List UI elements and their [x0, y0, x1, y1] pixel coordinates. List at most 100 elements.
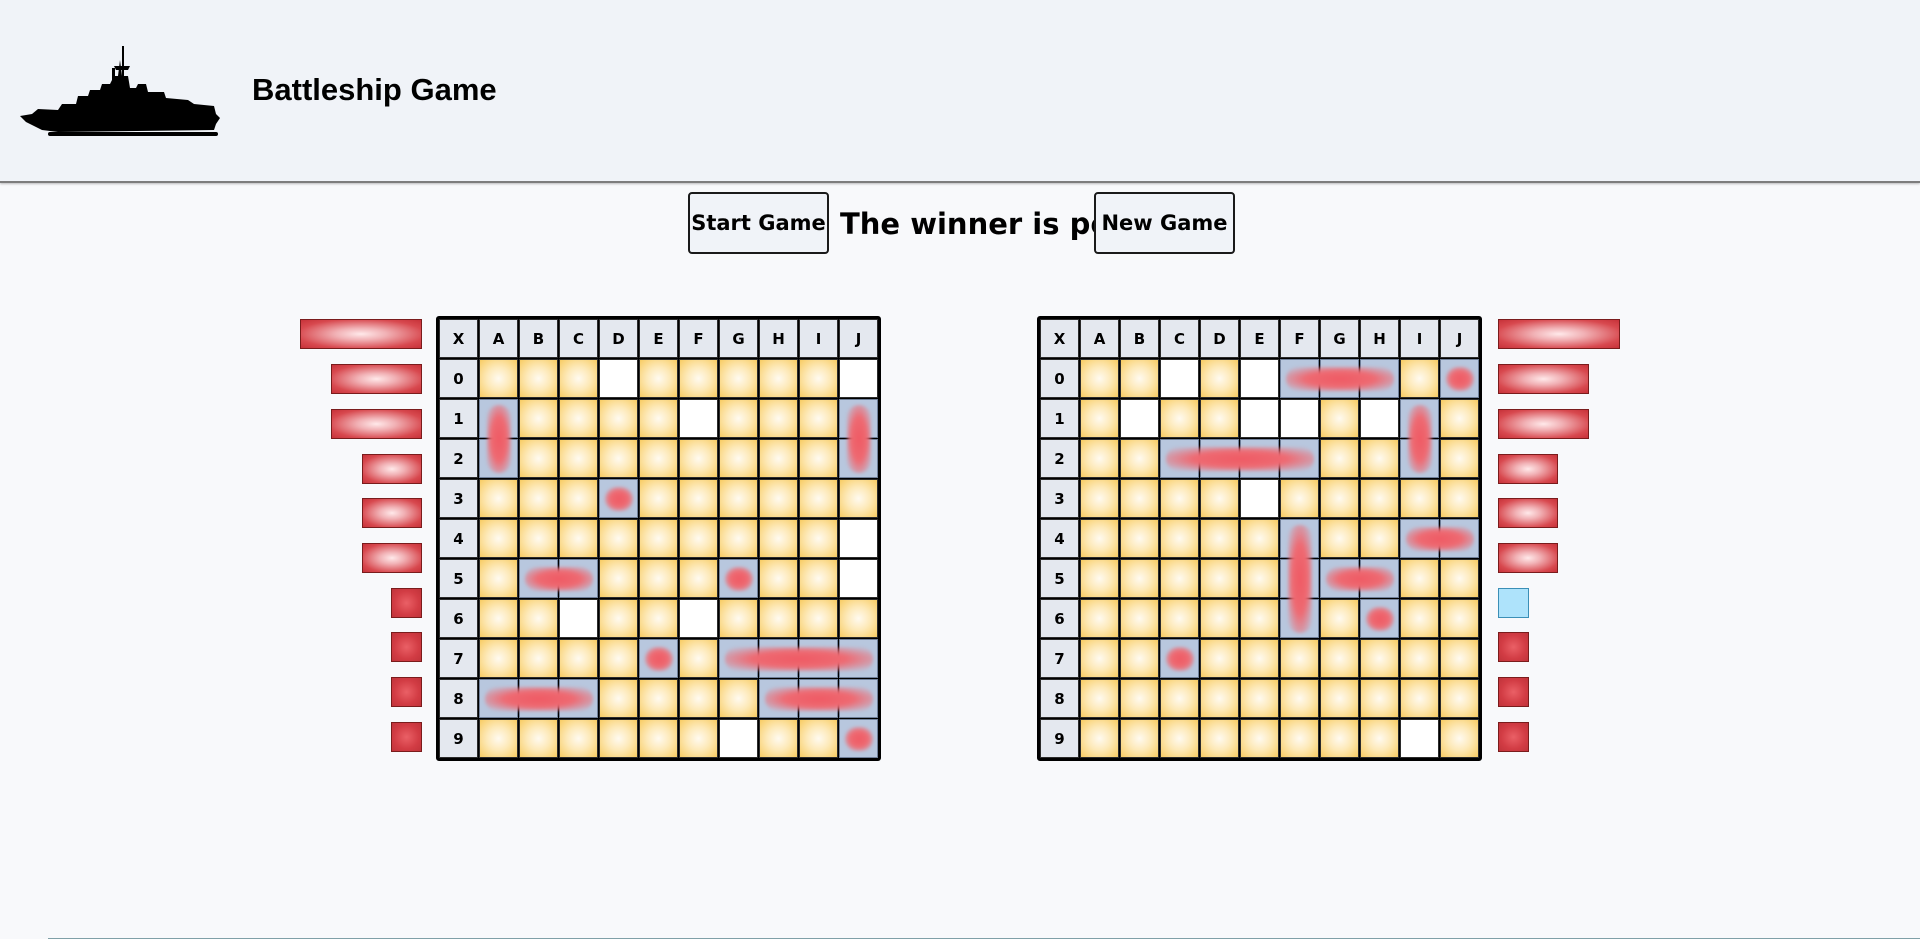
grid-cell-hit[interactable]	[1320, 559, 1359, 598]
grid-cell-water[interactable]	[1400, 599, 1439, 638]
grid-cell-water[interactable]	[1080, 439, 1119, 478]
grid-cell-water[interactable]	[1440, 559, 1479, 598]
grid-cell-water[interactable]	[1360, 479, 1399, 518]
grid-cell-hit[interactable]	[1360, 559, 1399, 598]
grid-cell-water[interactable]	[1080, 719, 1119, 758]
grid-cell-water[interactable]	[1120, 359, 1159, 398]
grid-cell-water[interactable]	[1160, 599, 1199, 638]
grid-cell-water[interactable]	[1160, 519, 1199, 558]
grid-cell-water[interactable]	[1120, 479, 1159, 518]
grid-cell-water[interactable]	[1200, 679, 1239, 718]
grid-cell-water[interactable]	[1120, 559, 1159, 598]
grid-cell-hit[interactable]	[1240, 439, 1279, 478]
grid-cell-water[interactable]	[1440, 719, 1479, 758]
grid-cell-water[interactable]	[1280, 639, 1319, 678]
grid-cell-miss[interactable]	[1280, 399, 1319, 438]
grid-cell-water[interactable]	[1160, 679, 1199, 718]
grid-cell-hit[interactable]	[1440, 519, 1479, 558]
grid-cell-water[interactable]	[1200, 559, 1239, 598]
grid-cell-water[interactable]	[1360, 519, 1399, 558]
grid-cell-water[interactable]	[1240, 679, 1279, 718]
grid-cell-hit[interactable]	[1280, 519, 1319, 558]
grid-cell-hit[interactable]	[1320, 359, 1359, 398]
grid-cell-hit[interactable]	[1280, 559, 1319, 598]
grid-cell-water[interactable]	[1280, 679, 1319, 718]
grid-cell-hit[interactable]	[1280, 599, 1319, 638]
grid-cell-water[interactable]	[1200, 399, 1239, 438]
grid-cell-hit[interactable]	[1160, 639, 1199, 678]
grid-cell-miss[interactable]	[1240, 479, 1279, 518]
grid-cell-water[interactable]	[1200, 519, 1239, 558]
grid-cell-water[interactable]	[1120, 599, 1159, 638]
grid-cell-miss[interactable]	[1160, 359, 1199, 398]
grid-cell-water[interactable]	[1080, 399, 1119, 438]
grid-cell-water[interactable]	[1160, 479, 1199, 518]
grid-cell-water[interactable]	[1280, 479, 1319, 518]
grid-cell-water[interactable]	[1240, 519, 1279, 558]
grid-cell-water[interactable]	[1120, 439, 1159, 478]
grid-cell-water[interactable]	[1240, 719, 1279, 758]
grid-cell-water[interactable]	[1320, 719, 1359, 758]
grid-cell-water[interactable]	[1080, 639, 1119, 678]
grid-cell-miss[interactable]	[1240, 359, 1279, 398]
grid-cell-water[interactable]	[1120, 519, 1159, 558]
grid-cell-water[interactable]	[1240, 559, 1279, 598]
grid-cell-water[interactable]	[1440, 679, 1479, 718]
grid-cell-water[interactable]	[1080, 679, 1119, 718]
grid-cell-water[interactable]	[1400, 359, 1439, 398]
grid-cell-water[interactable]	[1360, 719, 1399, 758]
grid-cell-water[interactable]	[1120, 679, 1159, 718]
grid-cell-water[interactable]	[1400, 679, 1439, 718]
grid-cell-water[interactable]	[1120, 719, 1159, 758]
grid-cell-water[interactable]	[1160, 559, 1199, 598]
grid-cell-hit[interactable]	[1400, 519, 1439, 558]
grid-cell-water[interactable]	[1080, 559, 1119, 598]
grid-cell-water[interactable]	[1400, 639, 1439, 678]
grid-cell-water[interactable]	[1440, 439, 1479, 478]
grid-cell-water[interactable]	[1400, 559, 1439, 598]
grid-cell-hit[interactable]	[1360, 599, 1399, 638]
grid-cell-water[interactable]	[1320, 519, 1359, 558]
grid-cell-miss[interactable]	[1120, 399, 1159, 438]
grid-cell-hit[interactable]	[1200, 439, 1239, 478]
grid-cell-water[interactable]	[1440, 639, 1479, 678]
grid-cell-water[interactable]	[1160, 399, 1199, 438]
grid-cell-water[interactable]	[1080, 479, 1119, 518]
grid-cell-water[interactable]	[1240, 599, 1279, 638]
grid-cell-miss[interactable]	[1400, 719, 1439, 758]
grid-cell-water[interactable]	[1320, 639, 1359, 678]
grid-cell-water[interactable]	[1240, 639, 1279, 678]
grid-cell-hit[interactable]	[1160, 439, 1199, 478]
grid-cell-miss[interactable]	[1240, 399, 1279, 438]
grid-cell-hit[interactable]	[1400, 439, 1439, 478]
grid-cell-water[interactable]	[1120, 639, 1159, 678]
grid-cell-hit[interactable]	[1280, 439, 1319, 478]
grid-cell-water[interactable]	[1200, 639, 1239, 678]
grid-cell-water[interactable]	[1360, 679, 1399, 718]
grid-cell-water[interactable]	[1440, 399, 1479, 438]
grid-cell-hit[interactable]	[1440, 359, 1479, 398]
new-game-button[interactable]: New Game	[1094, 192, 1235, 254]
grid-cell-water[interactable]	[1080, 599, 1119, 638]
grid-cell-water[interactable]	[1200, 599, 1239, 638]
grid-cell-water[interactable]	[1080, 519, 1119, 558]
grid-cell-water[interactable]	[1200, 479, 1239, 518]
grid-cell-water[interactable]	[1320, 479, 1359, 518]
grid-cell-water[interactable]	[1360, 639, 1399, 678]
start-game-button[interactable]: Start Game	[688, 192, 829, 254]
grid-cell-water[interactable]	[1360, 439, 1399, 478]
grid-cell-water[interactable]	[1320, 399, 1359, 438]
grid-cell-hit[interactable]	[1280, 359, 1319, 398]
grid-cell-hit[interactable]	[1360, 359, 1399, 398]
grid-cell-water[interactable]	[1160, 719, 1199, 758]
grid-cell-hit[interactable]	[1400, 399, 1439, 438]
grid-cell-water[interactable]	[1200, 359, 1239, 398]
grid-cell-water[interactable]	[1080, 359, 1119, 398]
grid-cell-water[interactable]	[1280, 719, 1319, 758]
grid-cell-water[interactable]	[1320, 599, 1359, 638]
grid-cell-water[interactable]	[1320, 439, 1359, 478]
grid-cell-water[interactable]	[1400, 479, 1439, 518]
grid-cell-miss[interactable]	[1360, 399, 1399, 438]
grid-cell-water[interactable]	[1440, 599, 1479, 638]
grid-cell-water[interactable]	[1320, 679, 1359, 718]
